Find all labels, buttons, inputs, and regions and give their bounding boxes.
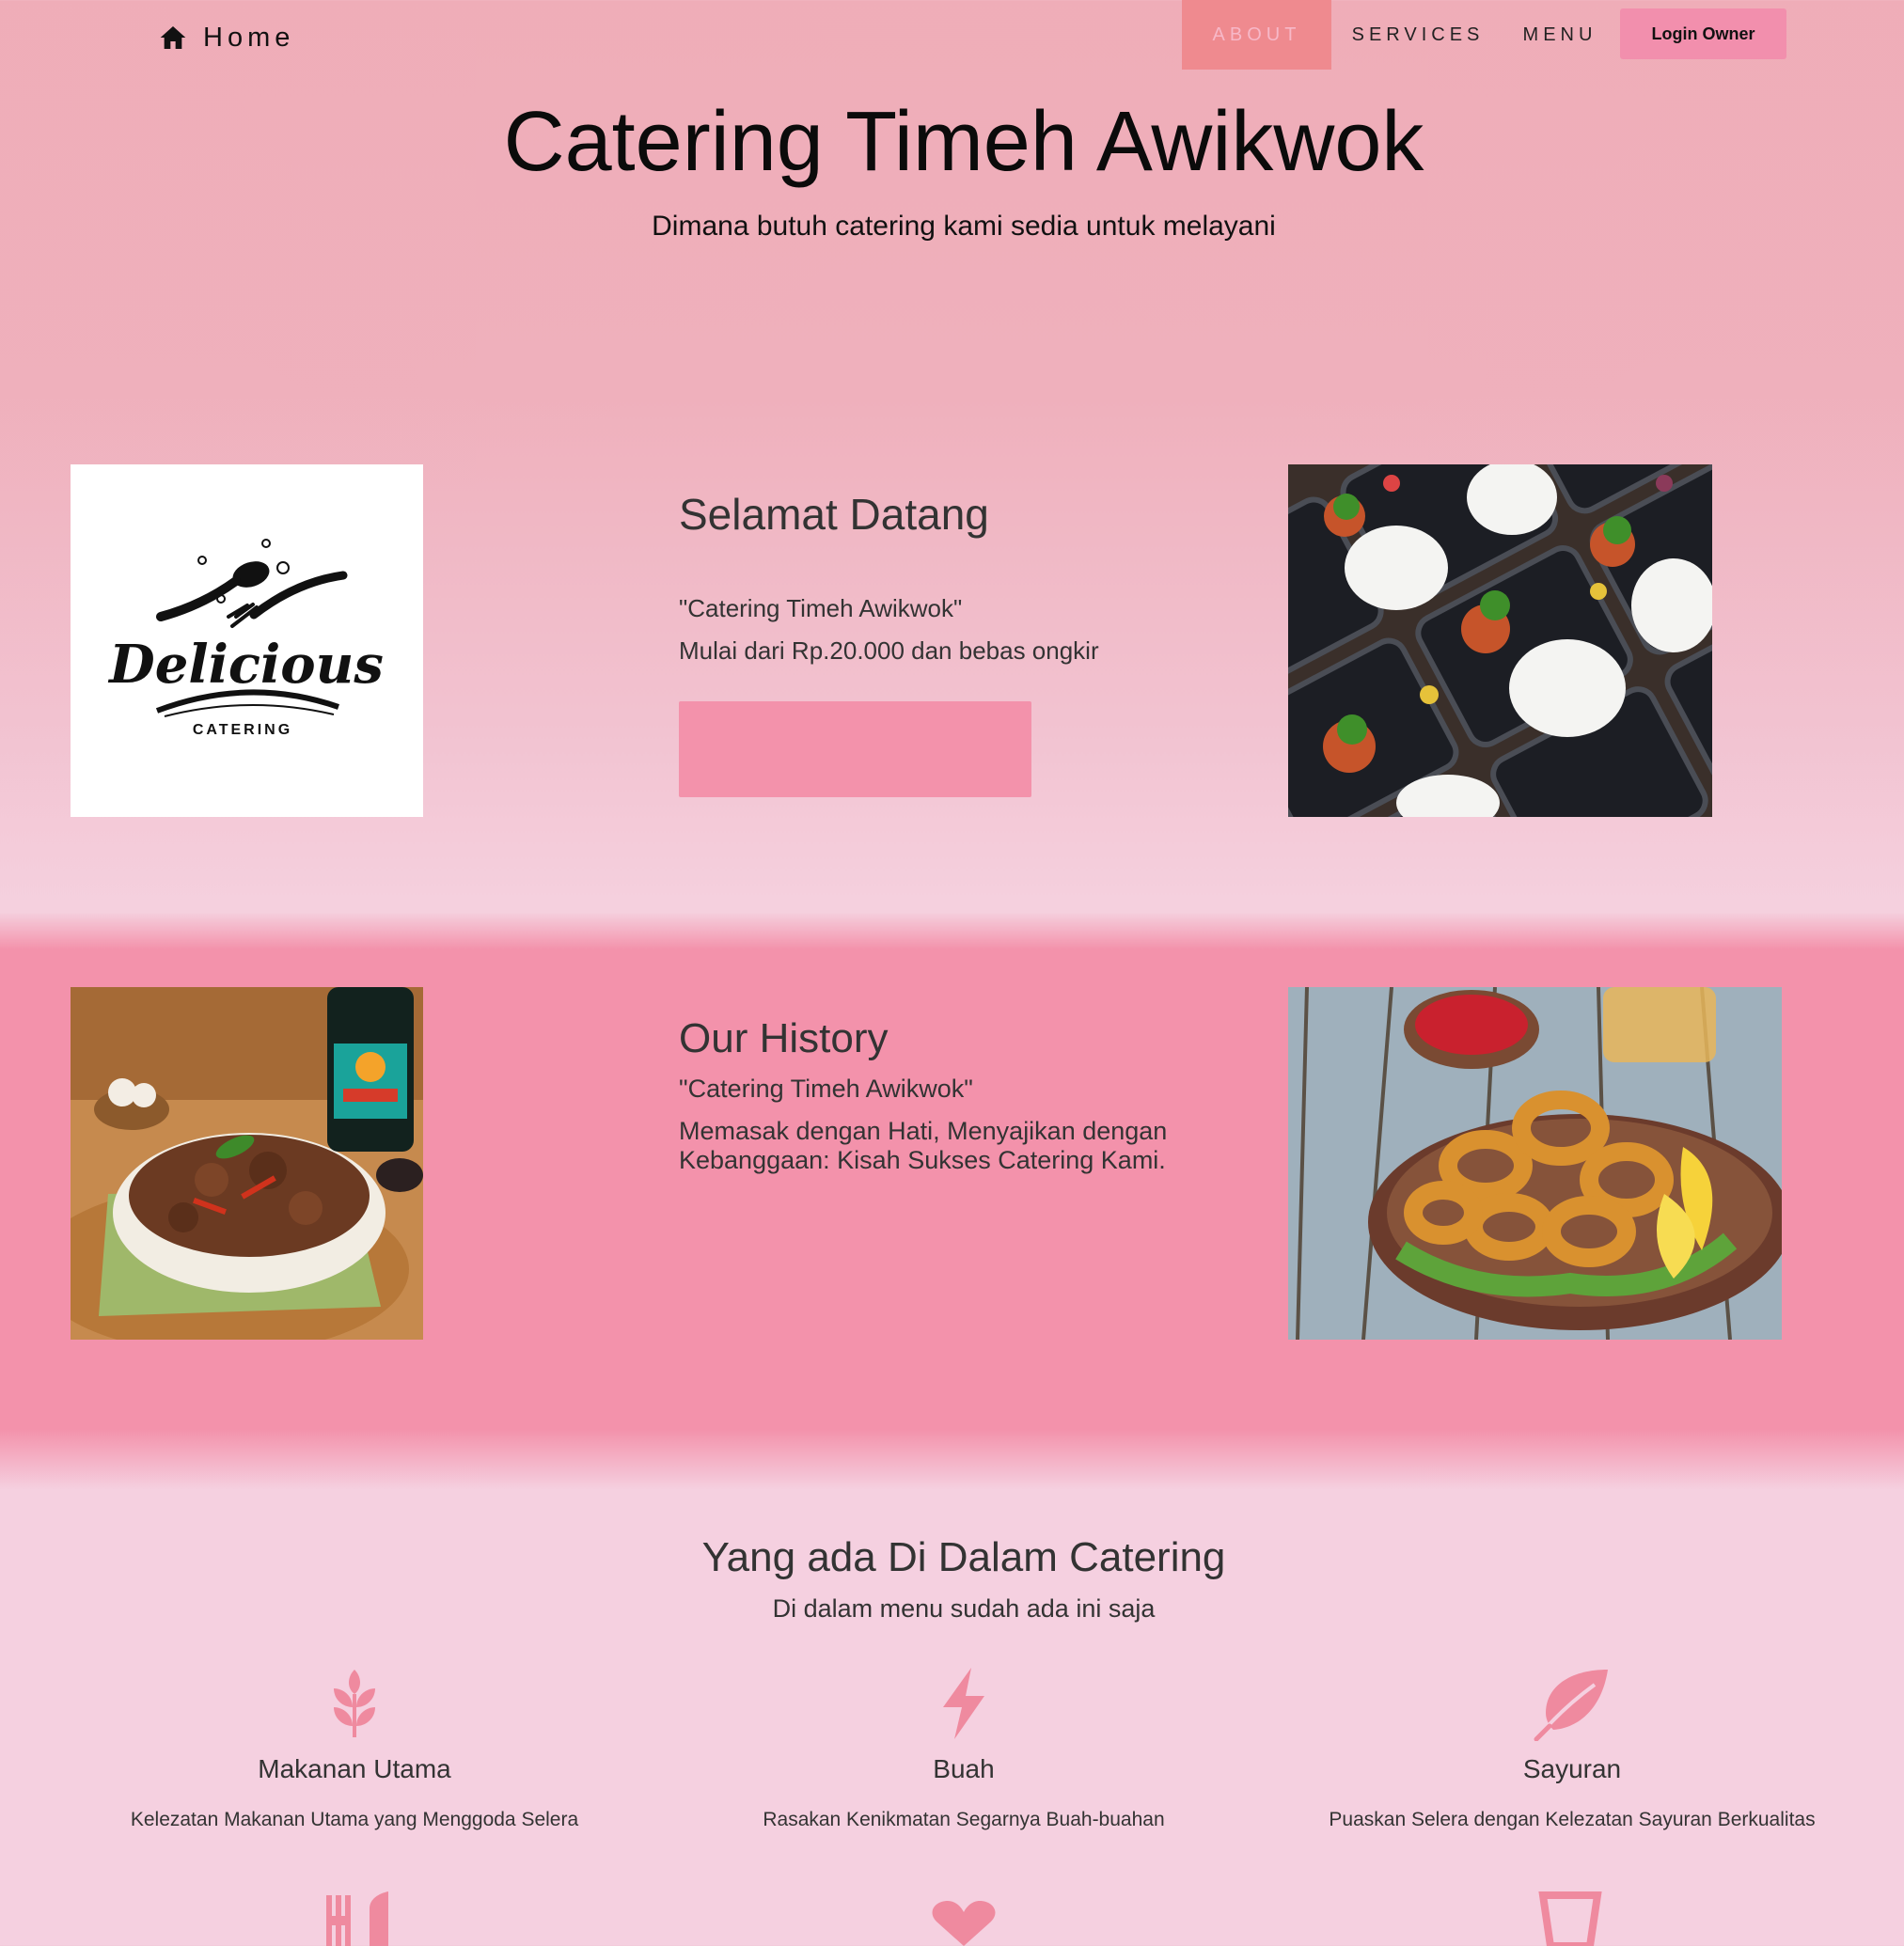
feature-sayuran: Sayuran Puaskan Selera dengan Kelezatan … — [1281, 1666, 1864, 1831]
page-title: Catering Timeh Awikwok — [503, 95, 1424, 189]
utensils-icon — [326, 1891, 388, 1946]
nav-services[interactable]: SERVICES — [1337, 0, 1499, 70]
login-owner-button[interactable]: Login Owner — [1620, 8, 1786, 59]
nav-menu[interactable]: MENU — [1508, 0, 1612, 70]
feature-description: Puaskan Selera dengan Kelezatan Sayuran … — [1329, 1809, 1816, 1830]
feature-makanan-utama: Makanan Utama Kelezatan Makanan Utama ya… — [63, 1666, 646, 1831]
nav-about[interactable]: ABOUT — [1182, 0, 1331, 70]
feature-name: Makanan Utama — [258, 1754, 451, 1783]
leaf-icon — [1534, 1670, 1608, 1741]
feature-name: Buah — [933, 1754, 995, 1783]
glass-icon — [1538, 1891, 1602, 1946]
wheat-icon — [334, 1670, 375, 1737]
logo-caption: CATERING — [193, 722, 292, 738]
fried-calamari-image — [1288, 987, 1782, 1340]
page-subtitle: Dimana butuh catering kami sedia untuk m… — [652, 211, 1276, 242]
bento-food-image — [1288, 464, 1712, 817]
history-tagline: "Catering Timeh Awikwok" — [679, 1075, 973, 1103]
services-title: Yang ada Di Dalam Catering — [701, 1534, 1226, 1580]
welcome-price: Mulai dari Rp.20.000 dan bebas ongkir — [679, 636, 1099, 665]
feature-buah: Buah Rasakan Kenikmatan Segarnya Buah-bu… — [672, 1666, 1255, 1831]
catering-logo-image: Delicious CATERING — [71, 464, 423, 817]
history-description: Memasak dengan Hati, Menyajikan dengan K… — [679, 1117, 1168, 1174]
services-subtitle: Di dalam menu sudah ada ini saja — [772, 1594, 1156, 1623]
welcome-tagline: "Catering Timeh Awikwok" — [679, 594, 963, 622]
welcome-title: Selamat Datang — [679, 490, 989, 539]
feature-description: Kelezatan Makanan Utama yang Menggoda Se… — [130, 1809, 579, 1830]
lightning-icon — [943, 1668, 984, 1739]
home-icon — [160, 26, 186, 49]
logo-wordmark: Delicious — [107, 634, 384, 696]
feature-description: Rasakan Kenikmatan Segarnya Buah-buahan — [763, 1809, 1165, 1830]
history-title: Our History — [679, 1015, 889, 1061]
welcome-button[interactable] — [679, 701, 1031, 797]
heart-icon — [932, 1901, 996, 1946]
rendang-image — [71, 987, 423, 1340]
home-label: Home — [203, 22, 295, 53]
feature-name: Sayuran — [1522, 1754, 1622, 1783]
home-link[interactable]: Home — [158, 17, 294, 58]
